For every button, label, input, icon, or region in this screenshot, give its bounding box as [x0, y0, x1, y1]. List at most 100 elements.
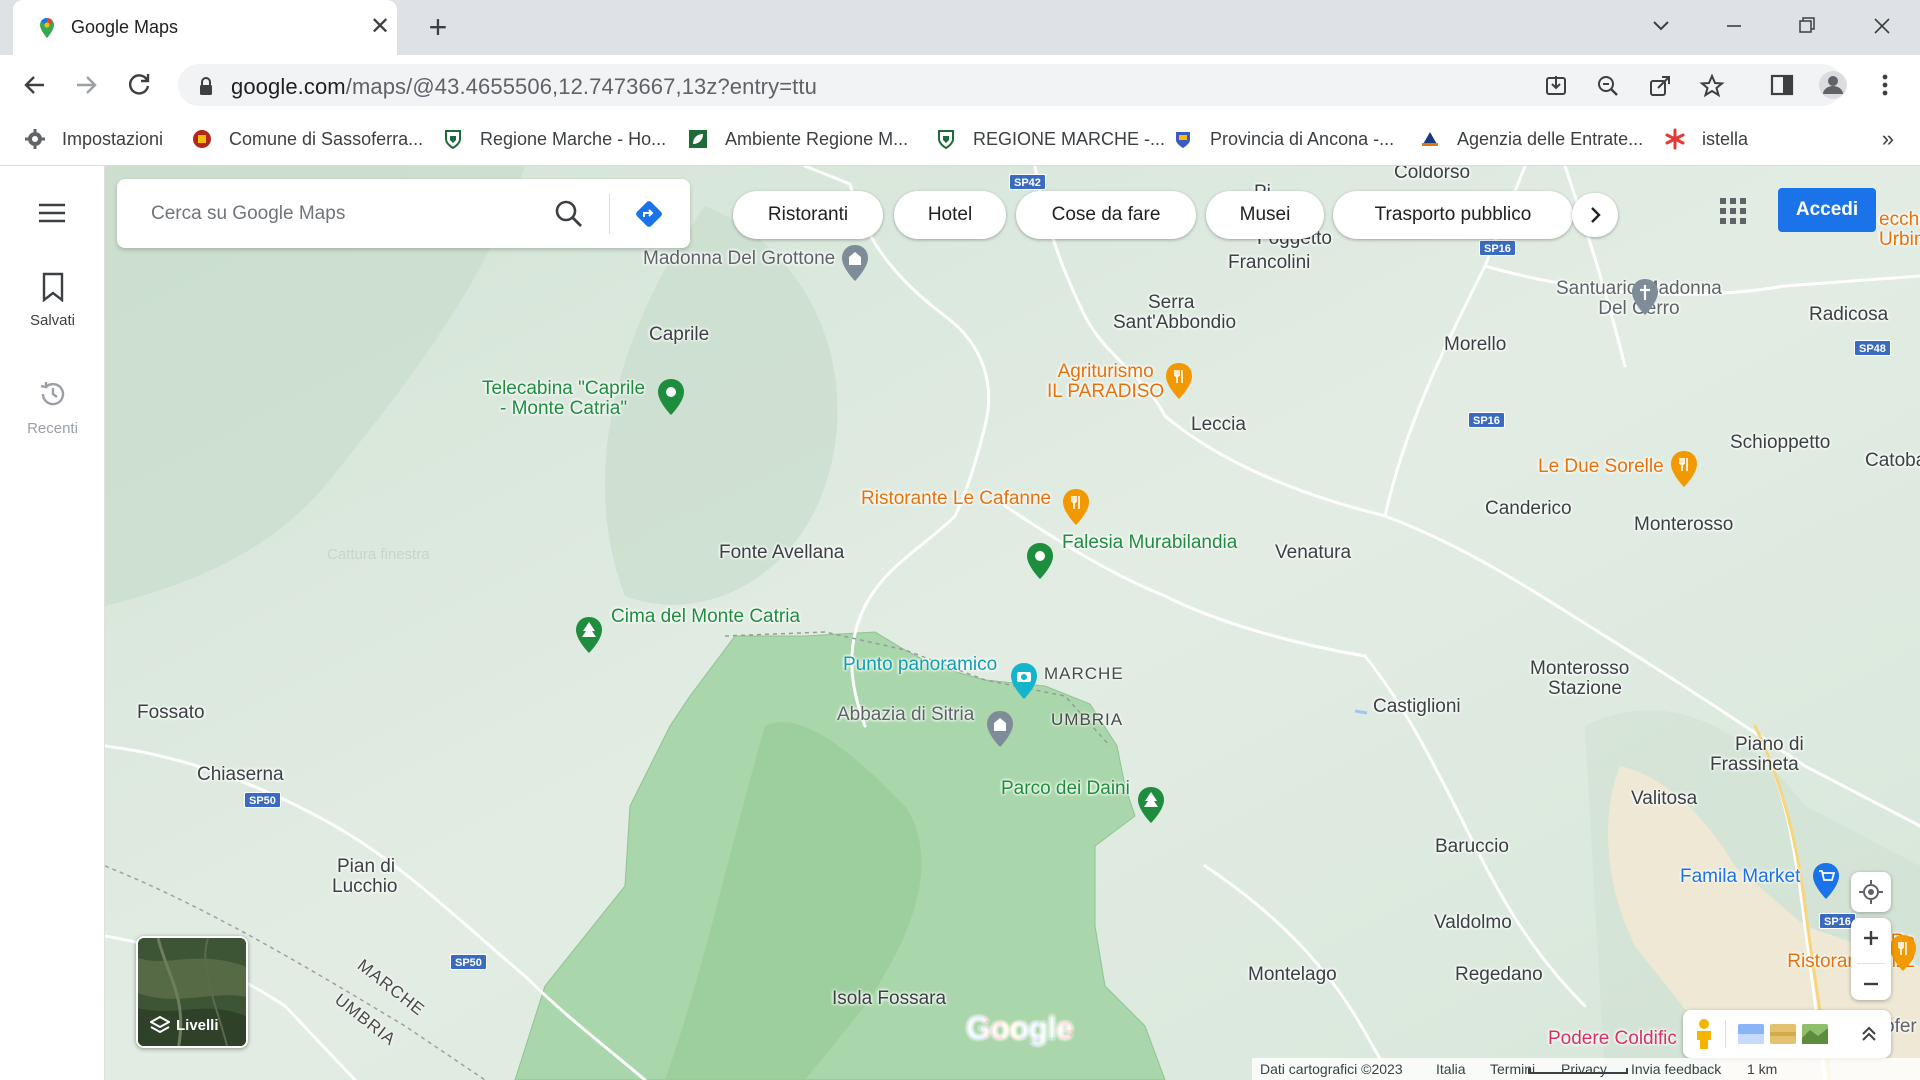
- park-pin-icon[interactable]: [1025, 542, 1055, 580]
- place-label[interactable]: Catobag: [1865, 450, 1920, 472]
- profile-avatar-icon[interactable]: [1817, 69, 1849, 101]
- place-label[interactable]: Castiglioni: [1373, 696, 1461, 718]
- search-input[interactable]: [151, 200, 531, 228]
- bookmark-impostazioni[interactable]: Impostazioni: [24, 124, 163, 154]
- bookmark-ambiente-regione[interactable]: Ambiente Regione M...: [687, 124, 908, 154]
- directions-icon[interactable]: [632, 197, 666, 231]
- poi-cafanne[interactable]: Ristorante Le Cafanne: [861, 488, 1051, 510]
- pegman-icon[interactable]: [1693, 1018, 1715, 1050]
- place-label[interactable]: Francolini: [1228, 252, 1310, 274]
- saved-button[interactable]: Salvati: [0, 272, 105, 329]
- poi-cima-monte-catria[interactable]: Cima del Monte Catria: [611, 606, 800, 628]
- church-pin-icon[interactable]: [840, 244, 870, 282]
- poi-famila-market[interactable]: Famila Market: [1680, 866, 1800, 888]
- chip-cose-da-fare[interactable]: Cose da fare: [1016, 191, 1196, 239]
- place-label[interactable]: Stazione: [1548, 678, 1622, 700]
- bookmark-istella[interactable]: istella: [1664, 124, 1748, 154]
- place-label[interactable]: Montelago: [1248, 964, 1337, 986]
- chip-trasporto-pubblico[interactable]: Trasporto pubblico: [1333, 191, 1573, 239]
- more-bookmarks-icon[interactable]: »: [1882, 126, 1894, 152]
- place-label[interactable]: Coldorso: [1394, 166, 1470, 184]
- place-label[interactable]: Madonna Del Grottone: [643, 248, 835, 270]
- country-link[interactable]: Italia: [1436, 1061, 1466, 1077]
- bookmark-regione-marche[interactable]: Regione Marche - Ho...: [442, 124, 666, 154]
- bookmark-comune-sassoferrato[interactable]: Comune di Sassoferra...: [191, 124, 423, 154]
- place-label[interactable]: Radicosa: [1809, 304, 1888, 326]
- place-label[interactable]: Chiaserna: [197, 764, 284, 786]
- restore-icon[interactable]: [1787, 10, 1827, 42]
- active-tab[interactable]: Google Maps ✕: [13, 0, 397, 55]
- layers-button[interactable]: Livelli: [136, 936, 248, 1048]
- url-text[interactable]: google.com/maps/@43.4655506,12.7473667,1…: [231, 74, 817, 100]
- place-label[interactable]: Regedano: [1455, 964, 1543, 986]
- place-label[interactable]: Venatura: [1275, 542, 1351, 564]
- lock-icon[interactable]: [192, 72, 220, 100]
- my-location-button[interactable]: [1851, 872, 1891, 912]
- new-tab-icon[interactable]: +: [420, 10, 456, 46]
- viewpoint-pin-icon[interactable]: [1009, 662, 1039, 700]
- close-window-icon[interactable]: [1862, 10, 1902, 42]
- tab-search-icon[interactable]: [1641, 10, 1681, 42]
- place-label[interactable]: Isola Fossara: [832, 988, 946, 1010]
- signin-button[interactable]: Accedi: [1778, 188, 1876, 232]
- place-label[interactable]: Piano di: [1735, 734, 1804, 756]
- peak-pin-icon[interactable]: [574, 616, 604, 654]
- bookmark-provincia-ancona[interactable]: Provincia di Ancona -...: [1172, 124, 1394, 154]
- feedback-link[interactable]: Invia feedback: [1631, 1061, 1721, 1077]
- menu-icon[interactable]: [38, 202, 66, 224]
- map-canvas[interactable]: SP42 SP16 SP16 SP48 SP50 SP50 SP16 Coldo…: [105, 166, 1920, 1080]
- place-label[interactable]: Frassineta: [1710, 754, 1799, 776]
- bookmark-star-icon[interactable]: [1698, 72, 1726, 100]
- park-pin-icon[interactable]: [1136, 786, 1166, 824]
- church-pin-icon[interactable]: [1630, 278, 1660, 316]
- place-label[interactable]: Morello: [1444, 334, 1506, 356]
- place-label[interactable]: Monterosso: [1634, 514, 1733, 536]
- bookmark-regione-marche-2[interactable]: REGIONE MARCHE -...: [935, 124, 1165, 154]
- back-icon[interactable]: [19, 69, 51, 101]
- place-label[interactable]: Monterosso: [1530, 658, 1629, 680]
- zoom-icon[interactable]: [1594, 72, 1622, 100]
- place-label[interactable]: Canderico: [1485, 498, 1572, 520]
- zoom-out-icon[interactable]: [1851, 964, 1891, 1004]
- forward-icon[interactable]: [70, 69, 102, 101]
- poi-telecabina[interactable]: Telecabina "Caprile - Monte Catria": [482, 379, 645, 419]
- poi-parco-daini[interactable]: Parco dei Daini: [1001, 778, 1130, 800]
- place-label[interactable]: Caprile: [649, 324, 709, 346]
- chip-ristoranti[interactable]: Ristoranti: [733, 191, 883, 239]
- chips-next-icon[interactable]: [1572, 193, 1618, 237]
- chip-hotel[interactable]: Hotel: [894, 191, 1006, 239]
- expand-up-icon[interactable]: [1857, 1022, 1881, 1046]
- poi-falesia[interactable]: Falesia Murabilandia: [1062, 532, 1237, 554]
- place-label[interactable]: Lucchio: [332, 876, 398, 898]
- scale-label[interactable]: 1 km: [1747, 1061, 1777, 1077]
- place-label[interactable]: Leccia: [1191, 414, 1246, 436]
- recents-button[interactable]: Recenti: [0, 378, 105, 437]
- poi-agriturismo[interactable]: Agriturismo IL PARADISO: [1047, 362, 1164, 402]
- chip-musei[interactable]: Musei: [1206, 191, 1324, 239]
- poi-abbazia-sitria[interactable]: Abbazia di Sitria: [837, 704, 974, 726]
- restaurant-pin-icon[interactable]: [1164, 362, 1194, 400]
- place-label[interactable]: Fossato: [137, 702, 205, 724]
- shopping-pin-icon[interactable]: [1811, 862, 1841, 900]
- minimize-icon[interactable]: [1714, 10, 1754, 42]
- park-pin-icon[interactable]: [656, 378, 686, 416]
- close-tab-icon[interactable]: ✕: [365, 12, 395, 42]
- restaurant-pin-icon[interactable]: [1669, 450, 1699, 488]
- map-type-thumbnails[interactable]: [1738, 1022, 1828, 1046]
- poi-punto-panoramico[interactable]: Punto panoramico: [843, 654, 997, 676]
- church-pin-icon[interactable]: [985, 710, 1015, 748]
- place-label[interactable]: Sant'Abbondio: [1113, 312, 1236, 334]
- poi-urbinelli[interactable]: ecchiUrbinelli M: [1879, 210, 1920, 250]
- poi-podere-coldific[interactable]: Podere Coldific: [1548, 1028, 1677, 1050]
- place-label[interactable]: Valdolmo: [1434, 912, 1512, 934]
- address-bar[interactable]: google.com/maps/@43.4655506,12.7473667,1…: [178, 64, 1843, 106]
- reload-icon[interactable]: [123, 69, 155, 101]
- search-icon[interactable]: [552, 197, 586, 231]
- share-icon[interactable]: [1646, 72, 1674, 100]
- place-label[interactable]: Pian di: [337, 856, 395, 878]
- place-label[interactable]: Valitosa: [1631, 788, 1697, 810]
- restaurant-pin-icon[interactable]: [1061, 488, 1091, 526]
- zoom-in-icon[interactable]: [1851, 918, 1891, 958]
- place-label[interactable]: Baruccio: [1435, 836, 1509, 858]
- chrome-menu-icon[interactable]: [1869, 69, 1901, 101]
